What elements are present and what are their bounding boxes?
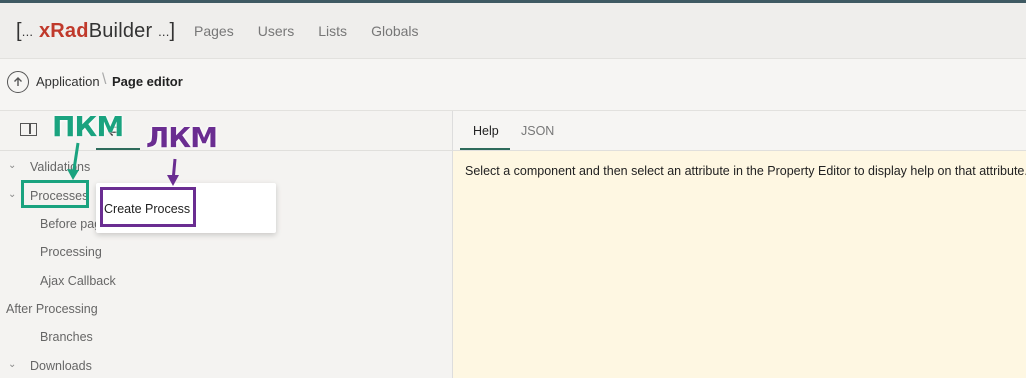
tab-json[interactable]: JSON (521, 124, 554, 138)
tab-help[interactable]: Help (473, 124, 499, 138)
active-tab-indicator (460, 148, 510, 150)
green-arrowhead-icon (67, 169, 79, 180)
help-text: Select a component and then select an at… (465, 164, 1026, 178)
right-panel: Help JSON Select a component and then se… (453, 111, 1026, 378)
right-panel-tabs: Help JSON (453, 111, 1026, 151)
purple-arrowhead-icon (167, 175, 179, 186)
